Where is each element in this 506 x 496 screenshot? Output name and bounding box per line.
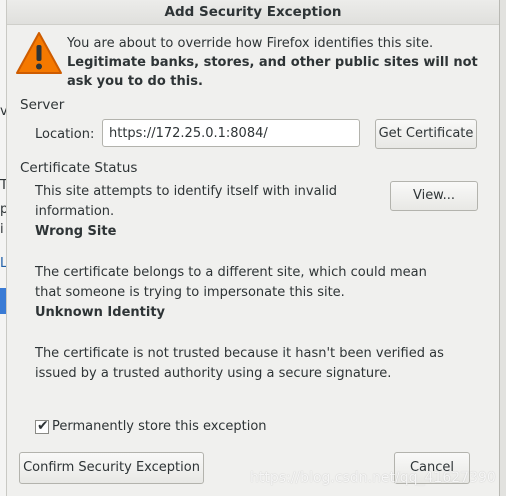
intro-warning: Legitimate banks, stores, and other publ… — [67, 55, 478, 89]
certificate-status-description: This site attempts to identify itself wi… — [35, 184, 338, 219]
window-edge — [499, 0, 506, 496]
get-certificate-label: Get Certificate — [378, 126, 474, 141]
permanent-store-label[interactable]: Permanently store this exception — [52, 419, 267, 434]
unknown-identity-heading: Unknown Identity — [35, 305, 166, 320]
watermark: https://blog.csdn.net/qq_41627390 — [250, 470, 496, 486]
certificate-status-title: Certificate Status — [20, 160, 138, 176]
location-input[interactable] — [102, 119, 360, 147]
view-certificate-button[interactable]: View... — [390, 181, 478, 211]
warning-icon — [16, 32, 62, 74]
view-label: View... — [412, 188, 456, 203]
checkmark-icon: ✔ — [37, 418, 49, 434]
location-label: Location: — [35, 127, 95, 142]
server-section-title: Server — [20, 97, 65, 113]
confirm-security-exception-button[interactable]: Confirm Security Exception — [19, 452, 204, 484]
unknown-identity-text: The certificate is not trusted because i… — [35, 346, 444, 381]
dialog-title[interactable]: Add Security Exception — [7, 0, 499, 25]
background-text: i — [0, 222, 4, 237]
intro-message: You are about to override how Firefox id… — [67, 34, 487, 91]
confirm-label: Confirm Security Exception — [23, 460, 200, 475]
get-certificate-button[interactable]: Get Certificate — [375, 119, 477, 149]
permanent-store-checkbox[interactable]: ✔ — [35, 418, 49, 434]
add-security-exception-dialog: Add Security Exception You are about to … — [6, 0, 500, 496]
intro-line: You are about to override how Firefox id… — [67, 36, 434, 51]
wrong-site-heading: Wrong Site — [35, 224, 117, 239]
wrong-site-text: The certificate belongs to a different s… — [35, 265, 427, 300]
